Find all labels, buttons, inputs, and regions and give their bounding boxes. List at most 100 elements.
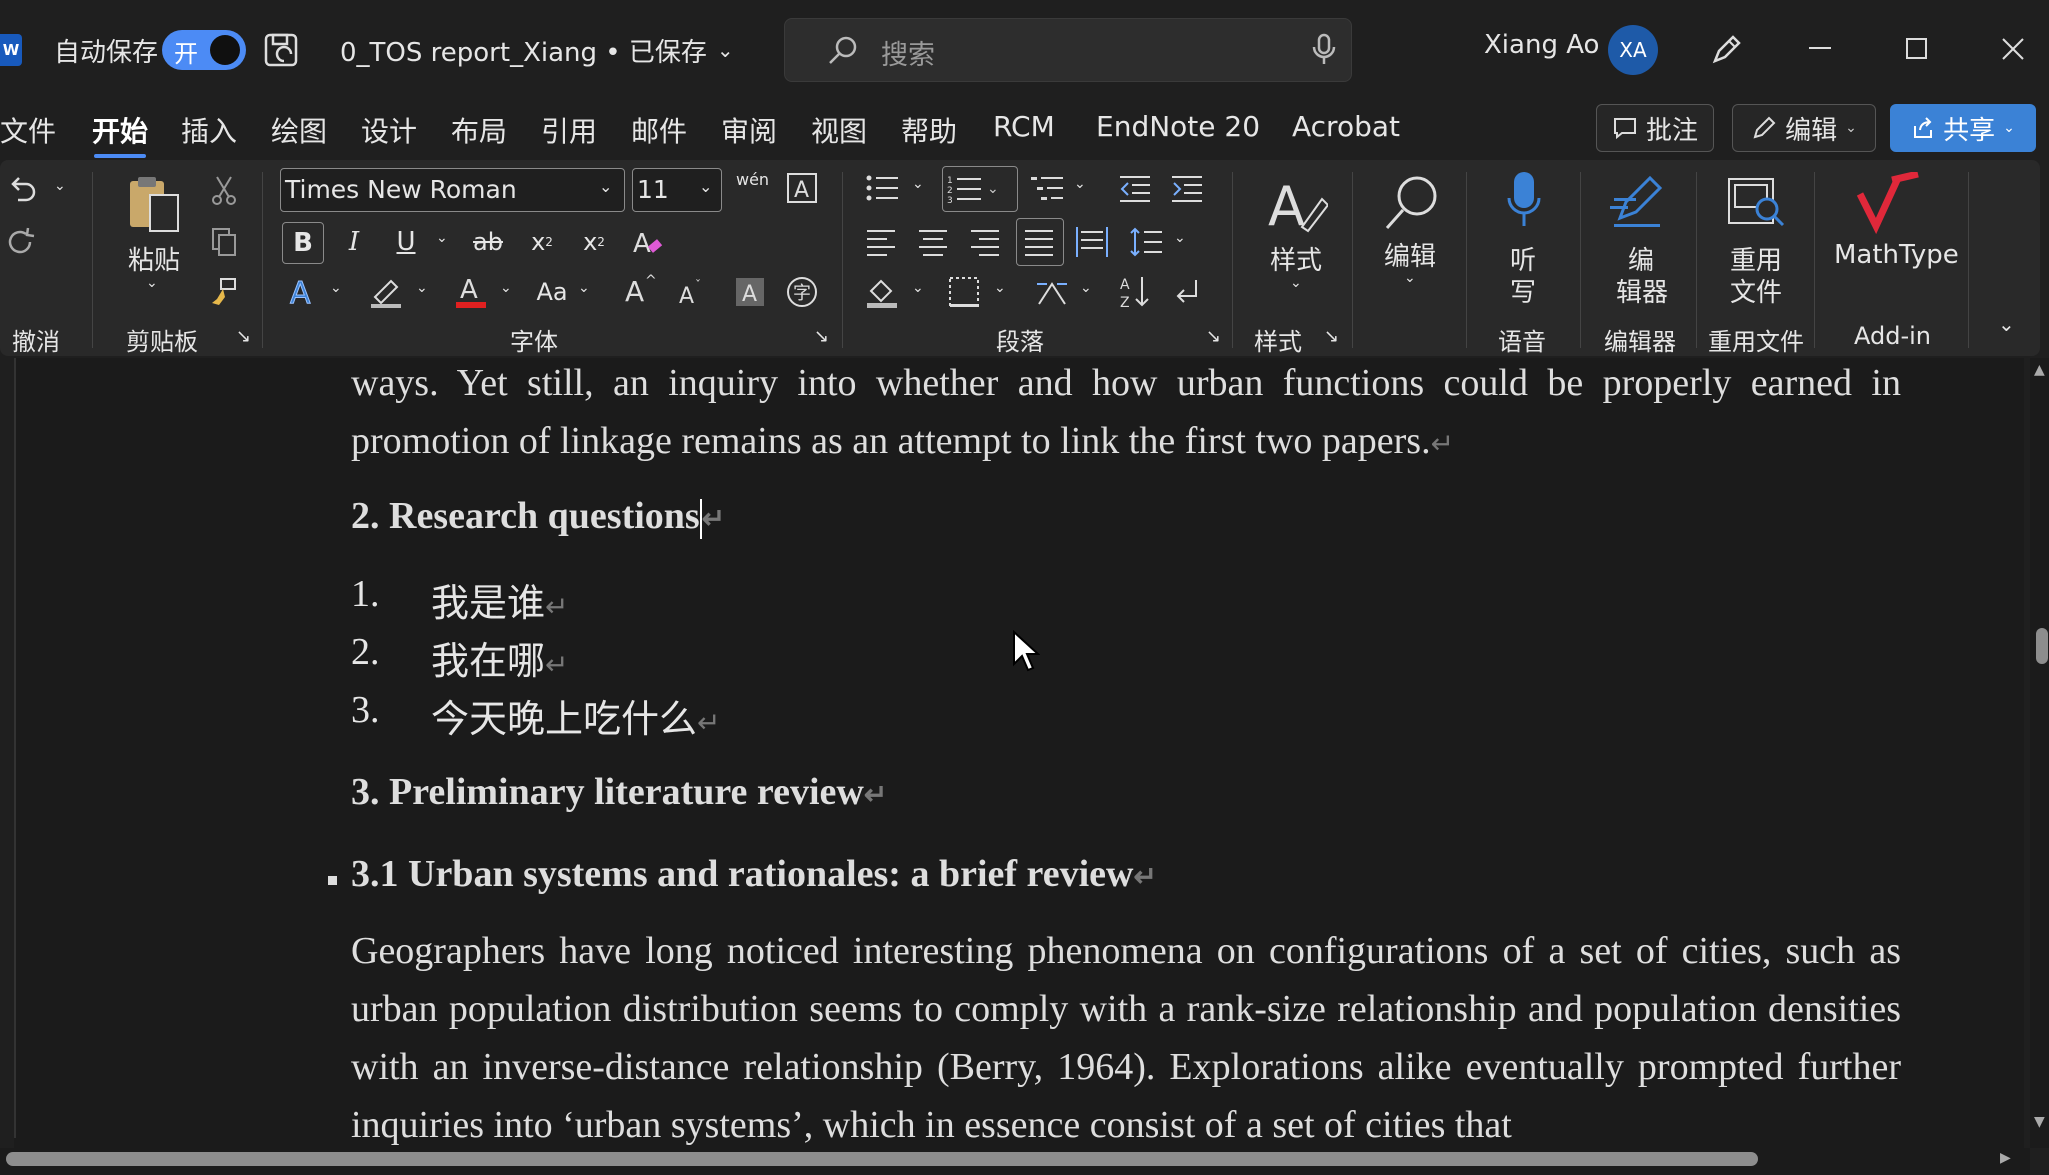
font-name-select[interactable]: Times New Roman ⌄ [280, 168, 625, 212]
editor-icon[interactable] [1606, 170, 1672, 236]
find-icon[interactable] [1380, 170, 1446, 234]
tab-mailings[interactable]: 邮件 [631, 110, 687, 150]
align-left-icon[interactable] [862, 222, 902, 262]
character-border-icon[interactable]: A [782, 168, 822, 208]
chevron-down-icon[interactable]: ⌄ [912, 280, 924, 296]
italic-button[interactable]: I [334, 222, 374, 262]
styles-icon[interactable]: A [1264, 172, 1330, 242]
pinyin-guide-button[interactable]: wén [736, 170, 769, 189]
numbering-icon[interactable]: 1 2 3 ⌄ [942, 166, 1018, 212]
font-color-icon[interactable]: A [450, 272, 490, 312]
bullets-icon[interactable] [862, 168, 902, 208]
bold-button[interactable]: B [282, 222, 324, 264]
heading-urban-systems[interactable]: 3.1 Urban systems and rationales: a brie… [351, 852, 1901, 896]
tab-view[interactable]: 视图 [811, 110, 867, 150]
reuse-files-icon[interactable] [1726, 172, 1788, 234]
redo-icon[interactable] [2, 222, 42, 262]
multilevel-list-icon[interactable] [1028, 168, 1068, 208]
clear-formatting-icon[interactable]: A [628, 222, 668, 262]
search-box[interactable]: 搜索 [784, 18, 1352, 82]
scroll-right-icon[interactable]: ▶ [2000, 1150, 2011, 1166]
align-right-icon[interactable] [966, 222, 1006, 262]
undo-icon[interactable] [2, 168, 42, 208]
editing-button[interactable]: 编辑 [1384, 236, 1436, 273]
microphone-icon[interactable] [1506, 170, 1542, 234]
undo-dropdown-icon[interactable]: ⌄ [54, 178, 66, 194]
shrink-font-icon[interactable]: Aˇ [672, 272, 712, 312]
chevron-down-icon[interactable]: ⌄ [912, 176, 924, 192]
microphone-icon[interactable] [1311, 33, 1337, 71]
designer-pen-icon[interactable] [1702, 24, 1752, 74]
distributed-icon[interactable] [1072, 222, 1112, 262]
collapse-ribbon-icon[interactable]: ⌄ [1998, 312, 2015, 336]
align-center-icon[interactable] [914, 222, 954, 262]
dialog-launcher-icon[interactable]: ↘ [1324, 326, 1339, 347]
chevron-down-icon[interactable]: ⌄ [330, 280, 342, 296]
dialog-launcher-icon[interactable]: ↘ [236, 326, 251, 347]
mathtype-button[interactable]: MathType [1834, 240, 1959, 270]
editing-mode-button[interactable]: 编辑 ⌄ [1732, 104, 1876, 152]
chevron-down-icon[interactable]: ⌄ [1080, 280, 1092, 296]
enclose-characters-icon[interactable]: 字 [782, 272, 822, 312]
minimize-icon[interactable] [1796, 24, 1846, 74]
close-icon[interactable] [1988, 24, 2038, 74]
autosave-toggle[interactable]: 开 [162, 30, 246, 70]
show-formatting-icon[interactable] [1168, 272, 1208, 312]
strikethrough-button[interactable]: ab [468, 222, 508, 262]
tab-insert[interactable]: 插入 [181, 110, 237, 150]
heading-preliminary-review[interactable]: 3. Preliminary literature review↵ [351, 770, 1901, 814]
word-app-icon[interactable]: W [0, 34, 22, 66]
user-name[interactable]: Xiang Ao [1484, 30, 1599, 60]
chevron-down-icon[interactable]: ⌄ [1404, 270, 1416, 286]
styles-button[interactable]: 样式 [1270, 240, 1322, 277]
heading-research-questions[interactable]: 2. Research questions↵ [351, 494, 1901, 540]
share-button[interactable]: 共享 ⌄ [1890, 104, 2036, 152]
tab-home[interactable]: 开始 [92, 110, 148, 158]
font-size-select[interactable]: 11 ⌄ [632, 168, 722, 212]
document-title[interactable]: 0_TOS report_Xiang • 已保存 ⌄ [340, 30, 734, 70]
paste-icon[interactable] [124, 172, 184, 238]
maximize-icon[interactable] [1892, 24, 1942, 74]
vertical-scroll-thumb[interactable] [2036, 628, 2048, 664]
shading-icon[interactable] [862, 272, 902, 312]
tab-design[interactable]: 设计 [361, 110, 417, 150]
tab-endnote[interactable]: EndNote 20 [1096, 110, 1260, 143]
increase-indent-icon[interactable] [1168, 168, 1208, 208]
tab-rcm[interactable]: RCM [993, 110, 1055, 143]
paste-dropdown-icon[interactable]: ⌄ [146, 275, 158, 291]
borders-icon[interactable] [944, 272, 984, 312]
highlight-icon[interactable] [366, 272, 406, 312]
sort-icon[interactable]: AZ [1116, 272, 1156, 312]
tab-draw[interactable]: 绘图 [271, 110, 327, 150]
underline-button[interactable]: U [386, 222, 426, 262]
tab-references[interactable]: 引用 [541, 110, 597, 150]
underline-dropdown-icon[interactable]: ⌄ [436, 230, 448, 246]
save-icon[interactable] [262, 30, 302, 70]
decrease-indent-icon[interactable] [1116, 168, 1156, 208]
tab-help[interactable]: 帮助 [901, 110, 957, 150]
scroll-up-icon[interactable]: ▲ [2034, 362, 2045, 378]
tab-acrobat[interactable]: Acrobat [1292, 110, 1400, 143]
comments-button[interactable]: 批注 [1596, 104, 1714, 152]
text-effects-icon[interactable]: A [282, 272, 322, 312]
paste-label[interactable]: 粘贴 [128, 240, 180, 277]
chevron-down-icon[interactable]: ⌄ [1074, 176, 1086, 192]
format-painter-icon[interactable] [204, 272, 244, 312]
character-shading-icon[interactable]: A [730, 272, 770, 312]
chevron-down-icon[interactable]: ⌄ [994, 280, 1006, 296]
asian-layout-icon[interactable] [1032, 272, 1072, 312]
paragraph-bottom[interactable]: Geographers have long noticed interestin… [351, 922, 1901, 1148]
tab-layout[interactable]: 布局 [451, 110, 507, 150]
cut-icon[interactable] [204, 170, 244, 210]
chevron-down-icon[interactable]: ⌄ [1290, 275, 1302, 291]
tab-review[interactable]: 审阅 [721, 110, 777, 150]
editor-button-line2[interactable]: 辑器 [1616, 272, 1668, 309]
mathtype-icon[interactable] [1852, 172, 1922, 234]
chevron-down-icon[interactable]: ⌄ [416, 280, 428, 296]
vertical-scrollbar[interactable] [2030, 358, 2049, 1148]
reuse-files-button-line2[interactable]: 文件 [1730, 272, 1782, 309]
chevron-down-icon[interactable]: ⌄ [578, 280, 590, 296]
justify-icon[interactable] [1016, 218, 1064, 266]
line-spacing-icon[interactable] [1126, 222, 1166, 262]
dictate-button-line2[interactable]: 写 [1510, 272, 1536, 309]
